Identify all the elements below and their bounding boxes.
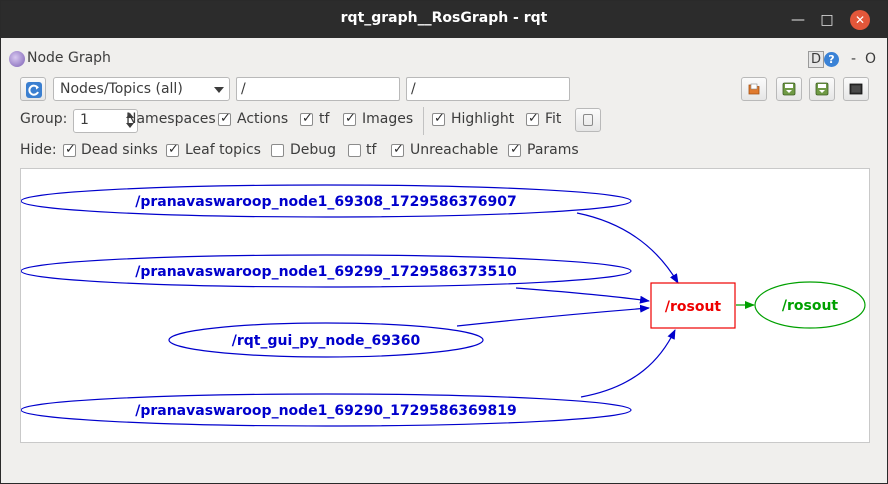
- images-label: Images: [362, 111, 414, 127]
- highlight-checkbox[interactable]: ✓: [432, 111, 445, 126]
- load-icon: [748, 83, 760, 95]
- node-label: /pranavaswaroop_node1_69290_172958636981…: [135, 403, 517, 419]
- refresh-button[interactable]: [20, 77, 46, 101]
- fit-label: Fit: [545, 111, 562, 127]
- chevron-down-icon: [214, 87, 224, 93]
- fit-icon: [583, 114, 593, 126]
- leaf-topics-checkbox[interactable]: ✓: [166, 142, 179, 157]
- save-svg-button[interactable]: [809, 77, 835, 101]
- node-label: /pranavaswaroop_node1_69299_172958637351…: [135, 264, 517, 280]
- params-label: Params: [527, 142, 579, 158]
- fit-in-view-button[interactable]: [575, 108, 601, 132]
- title-bar[interactable]: rqt_graph__RosGraph - rqt — □ ✕: [1, 1, 887, 38]
- graph-edge: [576, 212, 679, 284]
- hide-label: Hide:: [20, 142, 57, 158]
- graph-node[interactable]: /rqt_gui_py_node_69360: [168, 322, 484, 358]
- graph-topic[interactable]: /rosout: [650, 282, 736, 329]
- maximize-icon[interactable]: □: [817, 10, 837, 30]
- graph-node[interactable]: /pranavaswaroop_node1_69308_172958637690…: [21, 184, 632, 218]
- hide-tf-checkbox[interactable]: [348, 144, 361, 157]
- node-graph-icon: [9, 51, 25, 67]
- dock-button[interactable]: D: [808, 51, 824, 68]
- panel-title: Node Graph: [27, 50, 111, 66]
- leaf-topics-label: Leaf topics: [185, 142, 261, 158]
- topic-label: /rosout: [665, 299, 722, 315]
- dead-sinks-checkbox[interactable]: ✓: [63, 142, 76, 157]
- rqt-window: rqt_graph__RosGraph - rqt — □ ✕ Node Gra…: [0, 0, 888, 484]
- window-title: rqt_graph__RosGraph - rqt: [340, 10, 548, 26]
- actions-label: Actions: [237, 111, 289, 127]
- node-filter-input[interactable]: [236, 77, 400, 101]
- node-label: /rosout: [782, 298, 839, 314]
- load-dot-button[interactable]: [741, 77, 767, 101]
- graph-edge: [456, 304, 650, 327]
- graph-canvas[interactable]: /pranavaswaroop_node1_69308_172958637690…: [20, 168, 870, 443]
- unreachable-checkbox[interactable]: ✓: [391, 142, 404, 157]
- topic-filter-input[interactable]: [406, 77, 570, 101]
- dead-sinks-label: Dead sinks: [81, 142, 158, 158]
- refresh-icon: [26, 82, 42, 98]
- graph-node[interactable]: /pranavaswaroop_node1_69299_172958637351…: [21, 254, 632, 288]
- save-image-icon: [849, 83, 863, 95]
- highlight-label: Highlight: [451, 111, 515, 127]
- ros-graph[interactable]: /pranavaswaroop_node1_69308_172958637690…: [21, 169, 869, 442]
- save-image-button[interactable]: [843, 77, 869, 101]
- save-svg-icon: [815, 82, 829, 96]
- group-label: Group:: [20, 111, 68, 127]
- close-icon[interactable]: ✕: [850, 10, 870, 30]
- unreachable-label: Unreachable: [410, 142, 499, 158]
- save-dot-button[interactable]: [776, 77, 802, 101]
- group-value: 1: [80, 112, 89, 128]
- namespaces-label: Namespaces: [126, 111, 216, 127]
- params-checkbox[interactable]: ✓: [508, 142, 521, 157]
- node-label: /rqt_gui_py_node_69360: [232, 333, 421, 349]
- fit-checkbox[interactable]: ✓: [526, 111, 539, 126]
- graph-type-select[interactable]: Nodes/Topics (all): [53, 77, 230, 101]
- separator: [423, 107, 424, 135]
- tf-label: tf: [319, 111, 330, 127]
- node-label: /pranavaswaroop_node1_69308_172958637690…: [135, 194, 517, 210]
- help-icon[interactable]: ?: [824, 52, 839, 67]
- images-checkbox[interactable]: ✓: [343, 111, 356, 126]
- graph-type-value: Nodes/Topics (all): [60, 81, 183, 97]
- graph-node[interactable]: /rosout: [754, 281, 866, 329]
- debug-checkbox[interactable]: [271, 144, 284, 157]
- tf-checkbox[interactable]: ✓: [300, 111, 313, 126]
- graph-edge: [515, 287, 650, 304]
- minimize-icon[interactable]: —: [788, 10, 808, 30]
- hide-tf-label: tf: [366, 142, 377, 158]
- graph-node[interactable]: /pranavaswaroop_node1_69290_172958636981…: [21, 393, 632, 427]
- graph-edge: [580, 329, 676, 398]
- close-panel-button[interactable]: O: [865, 51, 876, 67]
- debug-label: Debug: [290, 142, 337, 158]
- actions-checkbox[interactable]: ✓: [218, 111, 231, 126]
- save-dot-icon: [782, 82, 796, 96]
- minimize-panel-button[interactable]: -: [851, 51, 856, 67]
